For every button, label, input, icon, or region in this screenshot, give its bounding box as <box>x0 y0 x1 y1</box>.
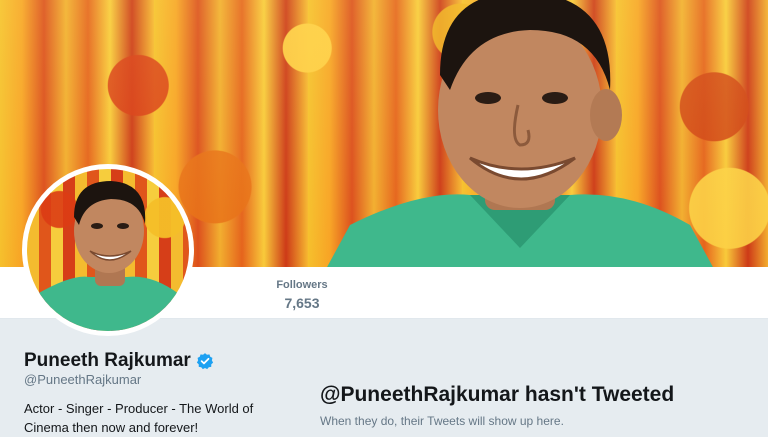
avatar[interactable] <box>22 164 194 336</box>
avatar-portrait <box>27 181 189 331</box>
verified-badge-icon <box>196 353 213 370</box>
followers-count: 7,653 <box>284 295 320 311</box>
empty-timeline-handle: @PuneethRajkumar <box>320 383 520 406</box>
banner-portrait <box>327 0 713 267</box>
profile-name-text: Puneeth Rajkumar <box>24 350 191 371</box>
followers-label: Followers <box>276 279 328 291</box>
empty-timeline-title: @PuneethRajkumar hasn't Tweeted <box>320 382 674 408</box>
empty-timeline-suffix: hasn't Tweeted <box>524 383 675 406</box>
profile-bio: Actor - Singer - Producer - The World of… <box>24 401 254 435</box>
empty-timeline-subtitle: When they do, their Tweets will show up … <box>320 414 564 428</box>
followers-stat[interactable]: Followers 7,653 <box>270 279 334 312</box>
profile-handle[interactable]: @PuneethRajkumar <box>24 372 141 387</box>
avatar-image <box>27 169 189 331</box>
profile-name[interactable]: Puneeth Rajkumar <box>24 349 214 373</box>
